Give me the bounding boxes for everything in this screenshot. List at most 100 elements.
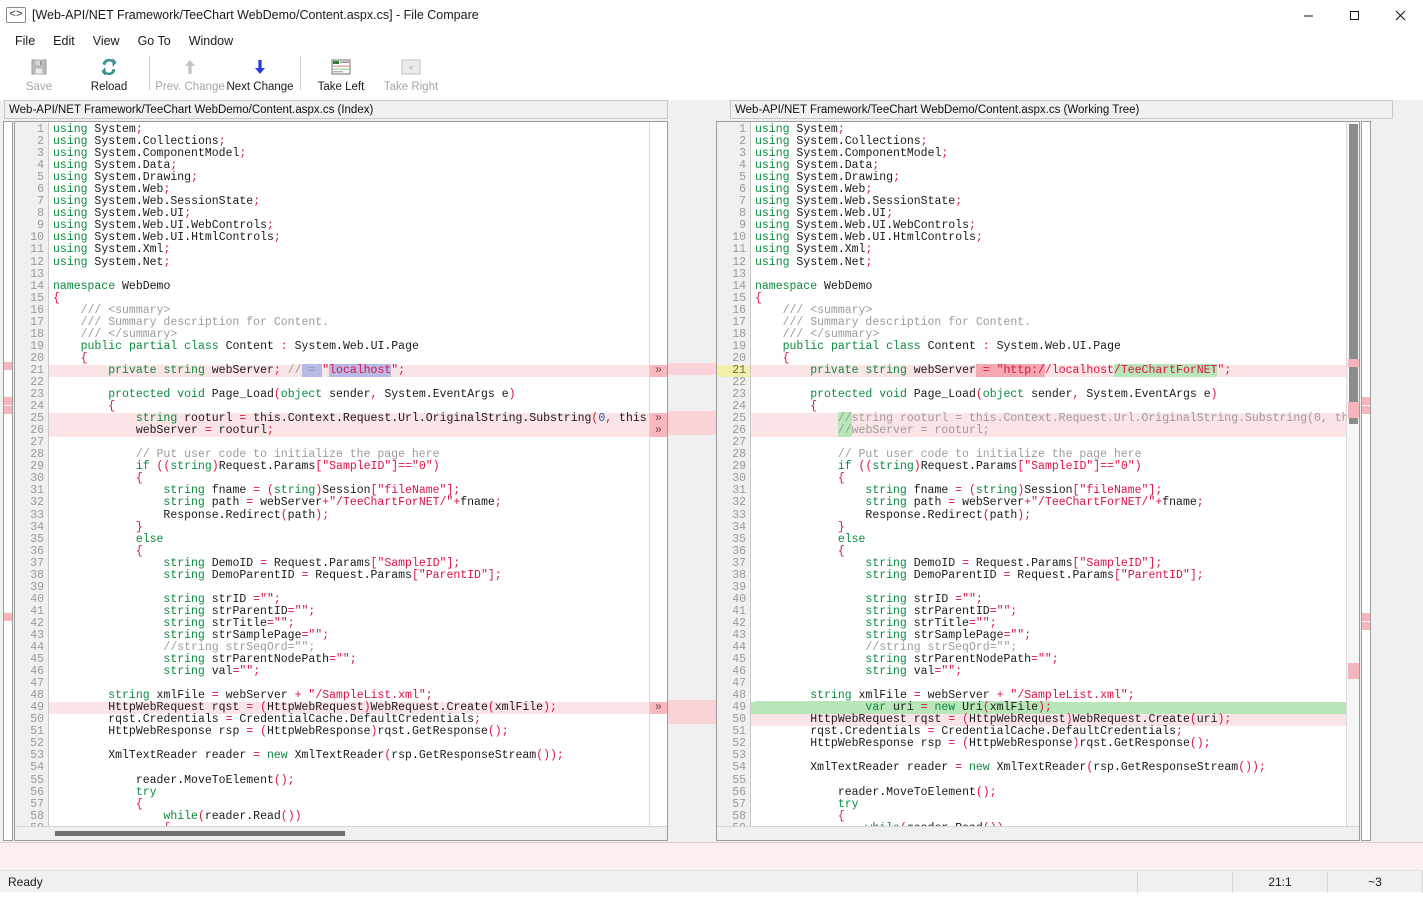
line-number: 13 (732, 267, 746, 281)
line-number: 32 (30, 496, 44, 510)
left-horizontal-scrollbar[interactable] (15, 826, 667, 840)
right-diff-pane[interactable]: 1 2 3 4 5 6 7 8 9 10 11 12 13 14 15 16 17 18 19 20 21 22 23 24 2… (716, 121, 1360, 841)
line-number: 55 (30, 773, 44, 787)
take-right-chevron-icon[interactable]: » (650, 702, 667, 715)
line-number: 35 (30, 532, 44, 546)
code-line[interactable]: private string webServer = "http://local… (751, 363, 1346, 377)
diff-connector-band (668, 363, 716, 376)
code-line[interactable]: string DemoParentID = Request.Params["Pa… (49, 569, 649, 582)
menu-window[interactable]: Window (180, 32, 242, 50)
marker-blank (650, 293, 667, 305)
code-line[interactable]: using System.Net; (49, 256, 649, 269)
reload-label: Reload (90, 81, 128, 93)
change-marker[interactable] (4, 397, 12, 406)
line-number: 15 (30, 291, 44, 305)
scrollbar-change-marker[interactable] (1348, 662, 1359, 679)
left-diff-pane[interactable]: 1 2 3 4 5 6 7 8 9 10 11 12 13 14 15 16 17 18 19 20 21 22 23 24 2… (14, 121, 668, 841)
code-line[interactable]: using System.Xml; (49, 244, 649, 256)
change-marker[interactable] (1362, 612, 1370, 621)
reload-button[interactable]: Reload (74, 54, 144, 98)
menu-goto[interactable]: Go To (129, 32, 180, 50)
menu-view[interactable]: View (84, 32, 129, 50)
left-code-column[interactable]: using System; using System.Collections; us… (49, 122, 649, 826)
close-button[interactable] (1377, 0, 1423, 30)
left-file-path[interactable]: Web-API/NET Framework/TeeChart WebDemo/C… (4, 100, 668, 119)
change-marker[interactable] (1362, 406, 1370, 415)
right-horizontal-scrollbar[interactable] (717, 826, 1359, 840)
code-line[interactable]: { (751, 810, 1346, 823)
change-marker[interactable] (4, 406, 12, 415)
scrollbar-change-marker[interactable] (1348, 402, 1359, 419)
save-button[interactable]: Save (4, 54, 74, 98)
change-marker[interactable] (4, 361, 12, 370)
prev-change-button[interactable]: Prev. Change (155, 54, 225, 98)
left-code-scroll[interactable]: 1 2 3 4 5 6 7 8 9 10 11 12 13 14 15 16 17 18 19 20 21 22 23 24 2… (15, 122, 667, 826)
code-line[interactable]: string val=""; (49, 666, 649, 678)
marker-blank (650, 473, 667, 485)
right-code-scroll[interactable]: 1 2 3 4 5 6 7 8 9 10 11 12 13 14 15 16 17 18 19 20 21 22 23 24 2… (717, 122, 1359, 826)
line-number: 13 (30, 267, 44, 281)
right-change-overview[interactable] (1361, 121, 1371, 841)
code-line[interactable]: webServer = rooturl; (49, 425, 649, 438)
code-line[interactable]: HttpWebResponse rsp = (HttpWebResponse)r… (49, 726, 649, 738)
code-line[interactable]: private string webServer; // = "localhos… (49, 363, 649, 377)
marker-blank (650, 762, 667, 774)
code-line[interactable]: //webServer = rooturl; (751, 424, 1346, 438)
menu-file[interactable]: File (6, 32, 44, 50)
change-marker[interactable] (1362, 397, 1370, 406)
left-line-number-gutter: 1 2 3 4 5 6 7 8 9 10 11 12 13 14 15 16 17 18 19 20 21 22 23 24 2… (15, 122, 49, 826)
code-line[interactable]: HttpWebResponse rsp = (HttpWebResponse)r… (751, 738, 1346, 750)
code-line[interactable]: namespace WebDemo (49, 280, 649, 293)
diff-splitter[interactable] (668, 120, 716, 842)
code-line[interactable]: XmlTextReader reader = new XmlTextReader… (49, 750, 649, 762)
take-right-chevron-icon[interactable]: » (650, 425, 667, 438)
line-number: 57 (30, 797, 44, 811)
code-line[interactable]: protected void Page_Load(object sender, … (49, 388, 649, 401)
change-marker[interactable] (1362, 621, 1370, 630)
marker-blank (650, 510, 667, 522)
code-line[interactable]: XmlTextReader reader = new XmlTextReader… (751, 762, 1346, 774)
code-line[interactable]: namespace WebDemo (751, 280, 1346, 293)
code-line[interactable]: using System.Net; (751, 256, 1346, 269)
left-change-overview[interactable] (3, 121, 13, 841)
scrollbar-change-marker[interactable] (1348, 358, 1359, 367)
line-number: 37 (732, 556, 746, 570)
refresh-arrows-icon (99, 56, 119, 78)
marker-blank (650, 594, 667, 606)
menu-edit[interactable]: Edit (44, 32, 84, 50)
code-line[interactable]: protected void Page_Load(object sender, … (751, 388, 1346, 401)
close-icon (1395, 10, 1405, 20)
marker-blank (650, 329, 667, 341)
change-marker[interactable] (4, 612, 12, 621)
right-vscroll-thumb[interactable] (1349, 124, 1358, 424)
code-line[interactable]: public partial class Content : System.We… (49, 340, 649, 353)
marker-blank (650, 618, 667, 630)
code-line[interactable]: public partial class Content : System.We… (751, 340, 1346, 353)
line-number: 34 (30, 520, 44, 534)
code-line[interactable]: { (49, 798, 649, 811)
right-code-column[interactable]: using System; using System.Collections; us… (751, 122, 1346, 826)
toolbar-separator-1 (149, 56, 150, 90)
minimize-icon (1303, 15, 1313, 16)
minimize-button[interactable] (1285, 0, 1331, 30)
left-hscroll-thumb[interactable] (55, 831, 345, 836)
line-number: 32 (732, 496, 746, 510)
left-take-right-markers[interactable]: »»»» (649, 122, 667, 826)
code-line[interactable]: string DemoParentID = Request.Params["Pa… (751, 569, 1346, 582)
take-right-button[interactable]: « Take Right (376, 54, 446, 98)
marker-blank (650, 244, 667, 256)
next-change-button[interactable]: Next Change (225, 54, 295, 98)
code-line[interactable]: string path = webServer+"/TeeChartForNET… (49, 497, 649, 509)
marker-blank (650, 136, 667, 148)
right-vertical-scrollbar[interactable] (1346, 122, 1359, 826)
take-right-chevron-icon[interactable]: » (650, 364, 667, 377)
code-line[interactable]: string path = webServer+"/TeeChartForNET… (751, 497, 1346, 509)
maximize-button[interactable] (1331, 0, 1377, 30)
path-gap (668, 100, 730, 120)
code-line[interactable]: string val=""; (751, 666, 1346, 678)
code-line[interactable]: using System.Xml; (751, 244, 1346, 256)
take-left-button[interactable]: Take Left (306, 54, 376, 98)
line-number: 58 (732, 809, 746, 823)
code-line[interactable]: while(reader.Read()) (49, 810, 649, 823)
right-file-path[interactable]: Web-API/NET Framework/TeeChart WebDemo/C… (730, 100, 1393, 119)
